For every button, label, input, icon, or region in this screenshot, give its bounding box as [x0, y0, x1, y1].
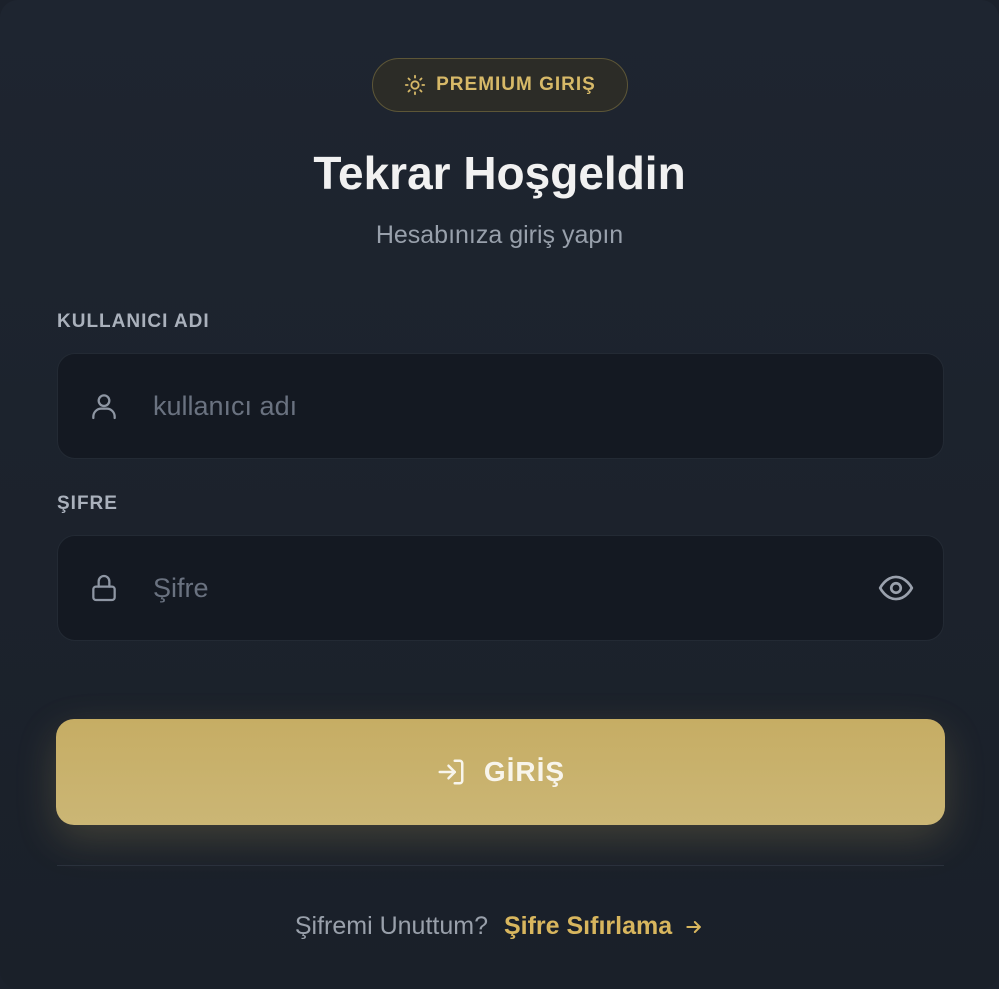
login-button-label: GİRİŞ — [483, 756, 566, 787]
eye-icon[interactable] — [877, 569, 915, 607]
reset-password-link[interactable]: Şifre Sıfırlama — [504, 912, 704, 941]
footer: Şifremi Unuttum? Şifre Sıfırlama — [0, 912, 999, 941]
premium-badge: PREMIUM GIRIŞ — [372, 58, 628, 112]
username-input[interactable] — [151, 354, 853, 458]
sun-icon — [404, 74, 426, 96]
username-field[interactable] — [57, 353, 944, 459]
forgot-password-text: Şifremi Unuttum? — [294, 912, 488, 940]
arrow-right-icon — [684, 917, 704, 937]
badge-label: PREMIUM GIRIŞ — [436, 74, 596, 95]
user-icon — [88, 390, 120, 422]
divider — [57, 865, 944, 866]
password-input[interactable] — [151, 536, 853, 640]
username-label: KULLANICI ADI — [57, 311, 210, 332]
login-icon — [436, 757, 466, 787]
reset-password-label: Şifre Sıfırlama — [503, 912, 673, 940]
page-subtitle: Hesabınıza giriş yapın — [375, 221, 624, 249]
password-label: ŞIFRE — [57, 493, 118, 514]
password-field[interactable] — [57, 535, 944, 641]
lock-icon — [88, 572, 120, 604]
login-button[interactable]: GİRİŞ — [56, 719, 945, 825]
page-title: Tekrar Hoşgeldin — [313, 147, 686, 199]
login-card: PREMIUM GIRIŞ Tekrar Hoşgeldin Hesabınız… — [0, 0, 999, 989]
